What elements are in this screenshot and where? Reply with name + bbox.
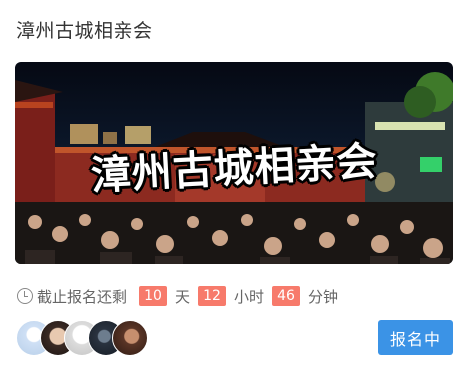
countdown-hours: 12 xyxy=(198,286,227,306)
countdown-minutes: 46 xyxy=(272,286,301,306)
countdown-hours-unit: 小时 xyxy=(234,287,265,306)
countdown-minutes-unit: 分钟 xyxy=(308,287,339,306)
countdown-days-unit: 天 xyxy=(175,287,191,306)
event-card[interactable]: 漳州古城相亲会 漳州古城相亲会 截止报名还剩 10 天 12 小时 46 分钟 … xyxy=(0,0,460,379)
countdown-lead-text: 截止报名还剩 xyxy=(37,287,128,306)
event-title: 漳州古城相亲会 xyxy=(16,20,153,42)
signup-countdown: 截止报名还剩 10 天 12 小时 46 分钟 xyxy=(17,285,338,307)
avatar xyxy=(112,320,148,356)
signup-button[interactable]: 报名中 xyxy=(378,320,453,355)
countdown-days: 10 xyxy=(139,286,168,306)
clock-icon xyxy=(17,288,33,304)
event-banner-image[interactable]: 漳州古城相亲会 xyxy=(15,62,453,264)
